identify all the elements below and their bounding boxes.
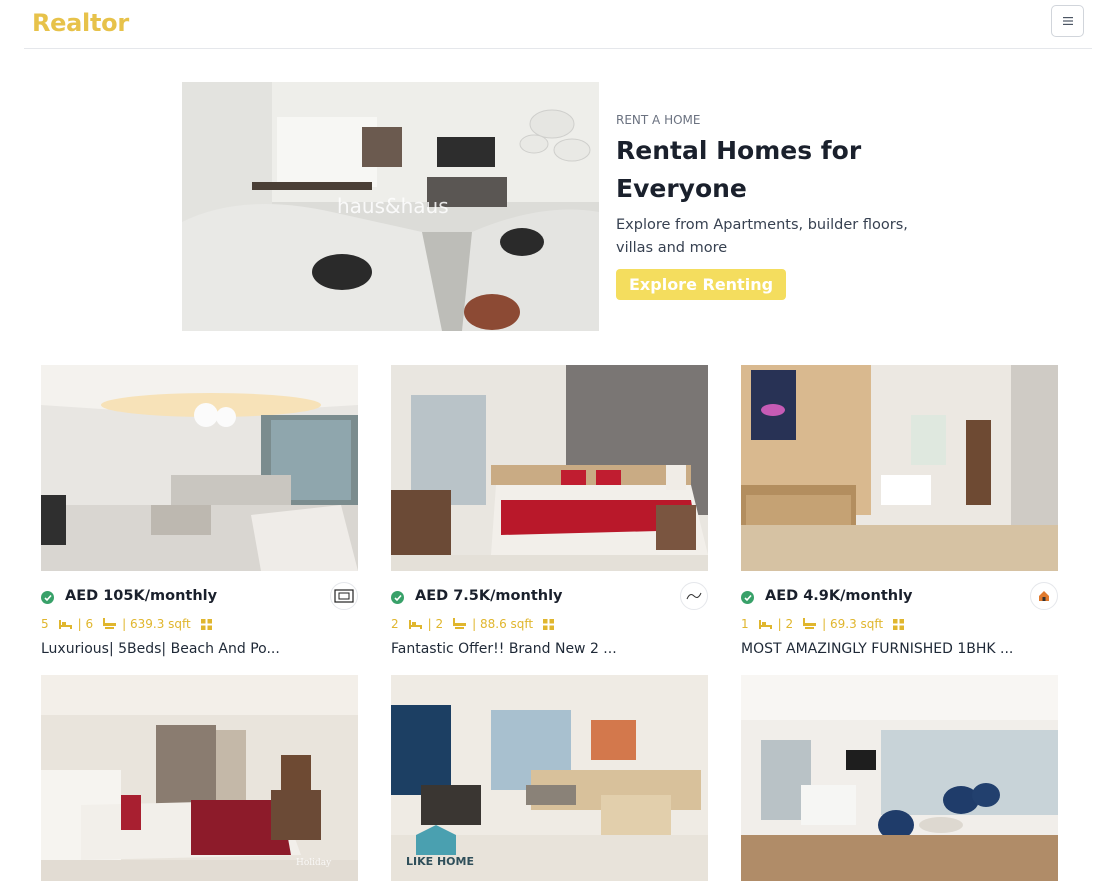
area-size: | 69.3 sqft	[822, 617, 884, 631]
beds-count: 5	[41, 617, 49, 631]
listing-card[interactable]: Holiday	[41, 675, 358, 881]
svg-text:LIKE HOME: LIKE HOME	[406, 855, 474, 868]
bed-icon	[758, 619, 772, 629]
area-size: | 88.6 sqft	[472, 617, 534, 631]
hero-image: haus&haus	[182, 82, 599, 331]
grid-icon	[543, 618, 555, 630]
listing-title[interactable]: Luxurious| 5Beds| Beach And Po...	[41, 641, 358, 657]
baths-count: | 6	[77, 617, 94, 631]
listing-photo[interactable]: Holiday	[41, 675, 358, 881]
listing-card[interactable]: LIKE HOME	[391, 675, 708, 881]
listing-card[interactable]: AED 105K/monthly 5 | 6 | 639.3 sqft Luxu…	[41, 365, 358, 657]
beds-count: 2	[391, 617, 399, 631]
listing-title[interactable]: MOST AMAZINGLY FURNISHED 1BHK ...	[741, 641, 1058, 657]
listing-title[interactable]: Fantastic Offer!! Brand New 2 ...	[391, 641, 708, 657]
agency-logo-icon[interactable]	[1030, 582, 1058, 610]
bath-icon	[103, 618, 117, 630]
explore-renting-button[interactable]: Explore Renting	[616, 269, 787, 300]
menu-button[interactable]	[1051, 5, 1084, 37]
bath-icon	[803, 618, 817, 630]
listing-specs: 1 | 2 | 69.3 sqft	[741, 615, 1058, 633]
svg-text:haus&haus: haus&haus	[337, 194, 449, 218]
hero-eyebrow: RENT A HOME	[616, 113, 701, 127]
bed-icon	[58, 619, 72, 629]
listing-price: AED 4.9K/monthly	[765, 588, 913, 604]
area-size: | 639.3 sqft	[122, 617, 191, 631]
listing-card[interactable]: AED 7.5K/monthly 2 | 2 | 88.6 sqft Fanta…	[391, 365, 708, 657]
agency-logo-icon[interactable]	[680, 582, 708, 610]
listing-photo[interactable]: LIKE HOME	[391, 675, 708, 881]
navbar: Realtor	[24, 0, 1092, 49]
agency-logo-icon[interactable]	[330, 582, 358, 610]
verified-icon	[41, 591, 54, 604]
listing-photo[interactable]	[391, 365, 708, 571]
hamburger-icon	[1062, 17, 1073, 25]
listing-card[interactable]	[741, 675, 1058, 881]
listing-card[interactable]: AED 4.9K/monthly 1 | 2 | 69.3 sqft MOST …	[741, 365, 1058, 657]
brand-logo[interactable]: Realtor	[32, 9, 129, 37]
listing-price: AED 105K/monthly	[65, 588, 218, 604]
listing-specs: 5 | 6 | 639.3 sqft	[41, 615, 358, 633]
svg-text:Holiday: Holiday	[296, 858, 332, 868]
baths-count: | 2	[777, 617, 794, 631]
verified-icon	[391, 591, 404, 604]
listing-price: AED 7.5K/monthly	[415, 588, 563, 604]
grid-icon	[200, 618, 212, 630]
bath-icon	[453, 618, 467, 630]
hero-text: RENT A HOME Rental Homes for Everyone Ex…	[616, 110, 936, 300]
listing-photo[interactable]	[741, 675, 1058, 881]
grid-icon	[893, 618, 905, 630]
bed-icon	[408, 619, 422, 629]
hero-title: Rental Homes for Everyone	[616, 136, 862, 203]
verified-icon	[741, 591, 754, 604]
listing-specs: 2 | 2 | 88.6 sqft	[391, 615, 708, 633]
listing-photo[interactable]	[741, 365, 1058, 571]
beds-count: 1	[741, 617, 749, 631]
listing-photo[interactable]	[41, 365, 358, 571]
hero-description: Explore from Apartments, builder floors,…	[616, 217, 908, 256]
baths-count: | 2	[427, 617, 444, 631]
